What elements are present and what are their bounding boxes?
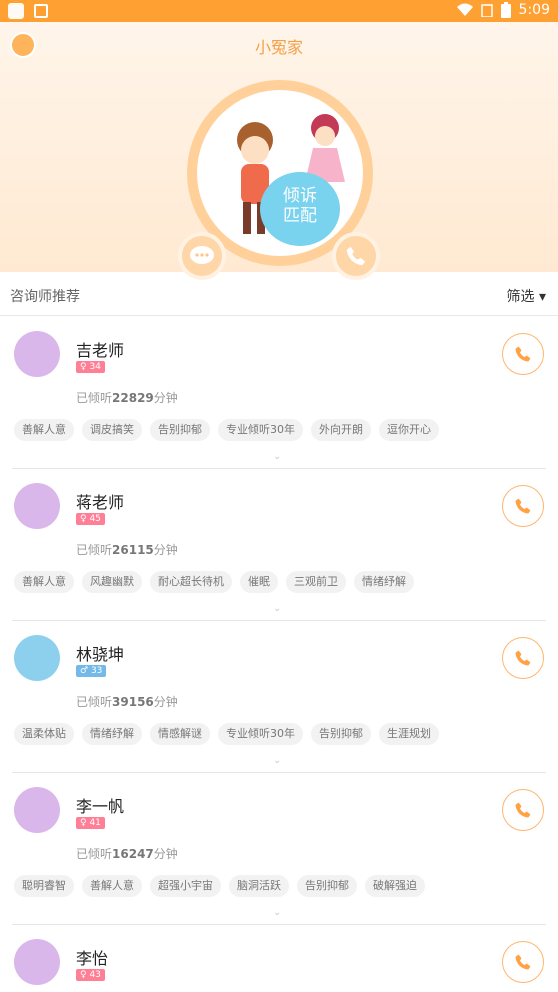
- call-button[interactable]: [502, 333, 544, 375]
- match-label-line2: 匹配: [283, 206, 317, 226]
- counselor-name: 林骁坤: [76, 645, 125, 664]
- counselor-card[interactable]: 林骁坤 ♂ 33 已倾听39156分钟 温柔体贴 情绪纾解 情感解谜 专业倾听3…: [0, 621, 558, 773]
- signal-icon: [480, 4, 493, 17]
- tag: 温柔体贴: [14, 723, 74, 745]
- counselor-age: 41: [89, 818, 101, 828]
- male-icon: ♂: [80, 666, 91, 676]
- expand-chevron-icon[interactable]: ⌄: [273, 451, 281, 462]
- counselor-avatar: [14, 331, 60, 377]
- call-button[interactable]: [502, 941, 544, 983]
- counselor-age: 34: [89, 362, 101, 372]
- tag: 告别抑郁: [297, 875, 357, 897]
- tag: 告别抑郁: [311, 723, 371, 745]
- tag: 告别抑郁: [150, 419, 210, 441]
- tag-list: 善解人意 风趣幽默 耐心超长待机 催眠 三观前卫 情绪纾解: [14, 571, 414, 593]
- tag: 情绪纾解: [82, 723, 142, 745]
- tag: 超强小宇宙: [150, 875, 221, 897]
- filter-dropdown[interactable]: 筛选 ▾: [507, 286, 546, 306]
- tag: 外向开朗: [311, 419, 371, 441]
- page-title: 小冤家: [254, 38, 303, 57]
- tag: 催眠: [240, 571, 278, 593]
- notification-icon: [8, 3, 24, 19]
- tag-list: 温柔体贴 情绪纾解 情感解谜 专业倾听30年 告别抑郁 生涯规划: [14, 723, 439, 745]
- counselor-card[interactable]: 吉老师 ♀ 34 已倾听22829分钟 善解人意 调皮搞笑 告别抑郁 专业倾听3…: [0, 317, 558, 469]
- phone-icon: [515, 954, 531, 970]
- recommend-header: 咨询师推荐 筛选 ▾: [0, 272, 558, 316]
- tag: 破解强迫: [365, 875, 425, 897]
- counselor-age: 45: [89, 514, 101, 524]
- phone-icon: [515, 802, 531, 818]
- counselor-avatar: [14, 635, 60, 681]
- match-label-line1: 倾诉: [283, 186, 317, 206]
- tag: 善解人意: [14, 419, 74, 441]
- call-button[interactable]: [502, 637, 544, 679]
- gender-age-badge: ♂ 33: [76, 665, 107, 677]
- match-button[interactable]: 倾诉 匹配: [260, 172, 340, 246]
- tag: 生涯规划: [379, 723, 439, 745]
- tag: 聪明睿智: [14, 875, 74, 897]
- expand-chevron-icon[interactable]: ⌄: [273, 755, 281, 766]
- listen-duration: 已倾听16247分钟: [76, 847, 178, 861]
- counselor-name: 吉老师: [76, 341, 125, 360]
- phone-icon: [346, 246, 366, 266]
- counselor-age: 43: [89, 970, 101, 980]
- tag: 善解人意: [14, 571, 74, 593]
- wifi-icon: [456, 3, 473, 16]
- tag: 情绪纾解: [354, 571, 414, 593]
- counselor-card[interactable]: 李怡 ♀ 43: [0, 925, 558, 992]
- tag: 情感解谜: [150, 723, 210, 745]
- expand-chevron-icon[interactable]: ⌄: [273, 603, 281, 614]
- counselor-avatar: [14, 787, 60, 833]
- counselor-name: 蒋老师: [76, 493, 125, 512]
- counselor-name: 李一帆: [76, 797, 125, 816]
- app-notification-icon: [34, 4, 48, 18]
- listen-duration: 已倾听39156分钟: [76, 695, 178, 709]
- phone-icon: [515, 346, 531, 362]
- expand-chevron-icon[interactable]: ⌄: [273, 907, 281, 918]
- counselor-card[interactable]: 蒋老师 ♀ 45 已倾听26115分钟 善解人意 风趣幽默 耐心超长待机 催眠 …: [0, 469, 558, 621]
- counselor-name: 李怡: [76, 949, 109, 968]
- tag: 逗你开心: [379, 419, 439, 441]
- tag: 三观前卫: [286, 571, 346, 593]
- counselor-card[interactable]: 李一帆 ♀ 41 已倾听16247分钟 聪明睿智 善解人意 超强小宇宙 脑洞活跃…: [0, 773, 558, 925]
- tag: 善解人意: [82, 875, 142, 897]
- counselor-avatar: [14, 939, 60, 985]
- chat-bubble-icon: [190, 246, 214, 264]
- gender-age-badge: ♀ 34: [76, 361, 105, 373]
- tag: 专业倾听30年: [218, 723, 303, 745]
- phone-icon: [515, 650, 531, 666]
- phone-icon: [515, 498, 531, 514]
- call-button[interactable]: [502, 789, 544, 831]
- status-time: 5:09: [518, 2, 550, 18]
- gender-age-badge: ♀ 45: [76, 513, 105, 525]
- gender-age-badge: ♀ 43: [76, 969, 105, 981]
- tag: 风趣幽默: [82, 571, 142, 593]
- hero-banner: 小冤家 倾诉 匹配: [0, 22, 558, 280]
- tag: 脑洞活跃: [229, 875, 289, 897]
- section-title: 咨询师推荐: [10, 289, 80, 305]
- status-bar: 5:09: [0, 0, 558, 22]
- tag: 调皮搞笑: [82, 419, 142, 441]
- call-button[interactable]: [502, 485, 544, 527]
- counselor-age: 33: [90, 666, 103, 676]
- battery-icon: [500, 2, 511, 18]
- listen-duration: 已倾听26115分钟: [76, 543, 178, 557]
- tag: 专业倾听30年: [218, 419, 303, 441]
- counselor-avatar: [14, 483, 60, 529]
- tag: 耐心超长待机: [150, 571, 232, 593]
- tag-list: 善解人意 调皮搞笑 告别抑郁 专业倾听30年 外向开朗 逗你开心: [14, 419, 439, 441]
- listen-duration: 已倾听22829分钟: [76, 391, 178, 405]
- gender-age-badge: ♀ 41: [76, 817, 105, 829]
- tag-list: 聪明睿智 善解人意 超强小宇宙 脑洞活跃 告别抑郁 破解强迫: [14, 875, 425, 897]
